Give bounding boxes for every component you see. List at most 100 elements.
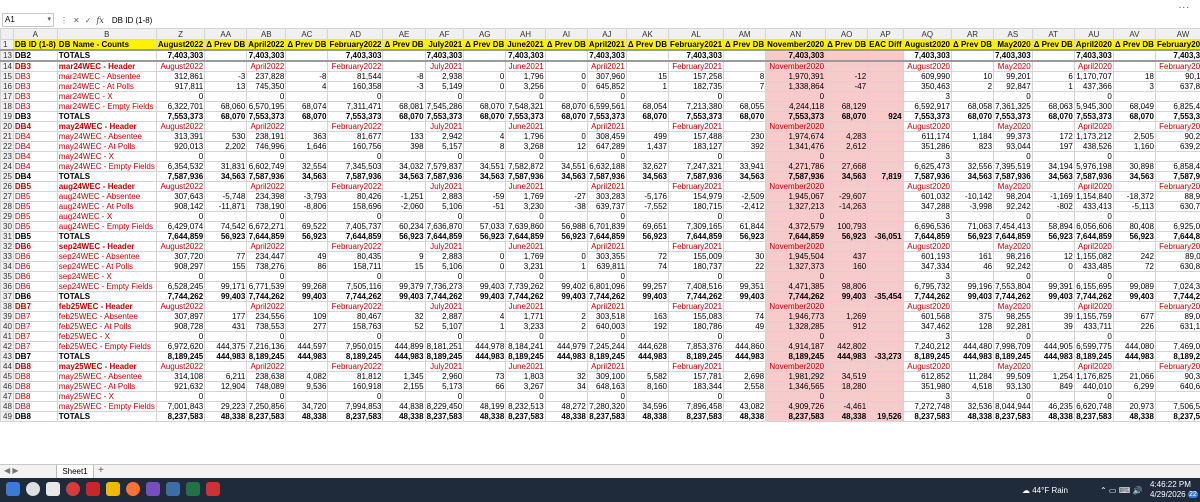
cell[interactable]: 303,518 [586,311,627,322]
cell[interactable]: 6,696,536 [902,221,952,232]
cell[interactable]: 4 [285,81,329,92]
cell[interactable]: 8,044,944 [993,401,1033,412]
cell[interactable]: 0 [667,151,725,162]
cell[interactable]: 3,256 [505,81,546,92]
cell[interactable]: 34,563 [825,171,869,182]
cell[interactable] [285,181,329,192]
cell[interactable]: 6,570,195 [246,101,287,112]
cell[interactable]: 8,189,245 [1154,351,1200,362]
row-header[interactable]: 17 [0,91,14,102]
cell[interactable]: TOTALS [56,111,157,122]
column-header[interactable]: AE [382,28,426,40]
cell[interactable]: -5,176 [625,191,670,202]
cell[interactable]: 68,070 [544,111,588,122]
cell[interactable] [204,91,248,102]
cell[interactable] [544,361,588,372]
column-header[interactable]: AB [246,28,287,40]
cell[interactable]: August2022 [155,361,206,372]
cell[interactable]: 160,358 [327,81,384,92]
cell[interactable]: February2020 [1154,301,1200,312]
cell[interactable]: 0 [327,271,384,282]
cell[interactable] [1112,60,1156,72]
cell[interactable]: -2,412 [723,201,767,212]
cell[interactable]: 68,049 [1112,101,1156,112]
cell[interactable] [204,301,248,312]
cell[interactable]: 7,345,503 [327,161,384,172]
cell[interactable] [544,241,588,252]
cell[interactable]: 375 [950,311,995,322]
cell[interactable]: 0 [327,151,384,162]
cell[interactable]: 6,429,074 [155,221,206,232]
cell[interactable]: 921,632 [155,381,206,392]
cell[interactable]: 8,237,583 [327,411,384,422]
cell[interactable]: 0 [463,81,507,92]
cell[interactable] [950,271,995,282]
cell[interactable]: DB4 [12,171,58,182]
cell[interactable] [723,361,767,372]
cell[interactable]: 7,644,859 [993,231,1033,242]
cell[interactable]: -5,113 [1112,201,1156,212]
column-header[interactable]: AM [723,28,767,40]
cell[interactable]: 1,155,082 [1073,251,1114,262]
add-sheet-button[interactable]: + [98,465,104,476]
cell[interactable]: 15 [382,261,426,272]
cell[interactable] [382,49,426,62]
cell[interactable]: 6,672,271 [246,221,287,232]
cell[interactable]: DB5 [12,181,58,192]
cell[interactable]: 0 [586,271,627,282]
cell[interactable]: 192 [625,321,670,332]
cell[interactable]: 34,563 [382,171,426,182]
cell[interactable]: 637,816 [1154,81,1200,92]
cell[interactable] [867,191,904,202]
cell[interactable] [544,211,588,222]
cell[interactable]: TOTALS [56,171,157,182]
row-header[interactable]: 45 [0,371,14,382]
cell[interactable]: DB4 [12,161,58,172]
cell[interactable]: 0 [586,151,627,162]
cell[interactable] [825,91,869,102]
cell[interactable]: 444,597 [285,341,329,352]
cell[interactable]: 8,237,583 [586,411,627,422]
cell[interactable]: 7,553,373 [327,111,384,122]
cell[interactable]: -2,060 [382,201,426,212]
cell[interactable]: February2021 [667,301,725,312]
cell[interactable]: 2 [950,81,995,92]
cell[interactable]: feb25WEC - At Polls [56,321,157,332]
cell[interactable]: 0 [1154,391,1200,402]
cell[interactable]: April2020 [1073,121,1114,132]
cell[interactable]: -1,169 [1031,191,1075,202]
cell[interactable]: 7,240,212 [902,341,952,352]
cell[interactable]: 7,505,116 [327,281,384,292]
cell[interactable]: 6,322,701 [155,101,206,112]
cell[interactable]: 7,896,458 [667,401,725,412]
cell[interactable] [867,281,904,292]
name-box[interactable]: A1 ▾ [2,13,54,27]
cell[interactable]: 234,398 [246,191,287,202]
cell[interactable]: 10 [950,71,995,82]
cell[interactable]: June2021 [505,301,546,312]
cell[interactable]: Δ Prev DB [1112,39,1156,51]
cell[interactable]: DB3 [12,81,58,92]
cell[interactable]: 9 [382,251,426,262]
cell[interactable]: 68,070 [825,111,869,122]
cell[interactable]: April2021 [586,39,627,51]
cell[interactable]: -8,806 [285,201,329,212]
cell[interactable]: may25WEC - At Polls [56,381,157,392]
cell[interactable]: 8,189,245 [1073,351,1114,362]
cell[interactable]: 444,983 [463,351,507,362]
cell[interactable]: 157,781 [667,371,725,382]
cell[interactable] [1112,121,1156,132]
cell[interactable] [382,271,426,282]
cell[interactable]: June2021 [505,121,546,132]
cell[interactable]: -7,552 [625,201,670,212]
cell[interactable]: 912 [825,321,869,332]
cell[interactable] [825,151,869,162]
cell[interactable]: 640,003 [586,321,627,332]
column-header[interactable]: AT [1031,28,1075,40]
cell[interactable]: 444,983 [382,351,426,362]
cell[interactable]: DB8 [12,401,58,412]
cell[interactable]: 7,739,262 [505,281,546,292]
cell[interactable]: DB3 [12,91,58,102]
cell[interactable]: 0 [463,251,507,262]
cell[interactable]: -3 [382,81,426,92]
